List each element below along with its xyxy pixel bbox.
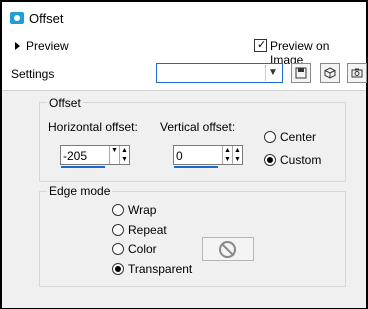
preview-toggle-label[interactable]: Preview — [26, 39, 69, 53]
save-icon — [295, 67, 307, 79]
vertical-offset-stepper[interactable]: 0 ▲ ▼ ▲ ▼ — [173, 145, 243, 168]
horizontal-offset-value[interactable]: -205 — [63, 149, 87, 163]
center-radio-label[interactable]: Center — [280, 130, 316, 144]
horizontal-offset-stepper[interactable]: -205 ▼ ▲ ▼ — [60, 145, 130, 168]
decrement-arrow-icon[interactable]: ▲ ▼ — [222, 146, 232, 164]
focus-underline — [174, 166, 218, 168]
title-bar: Offset — [2, 2, 366, 32]
focus-underline — [61, 166, 105, 168]
reset-button[interactable] — [347, 63, 367, 83]
camera-icon — [351, 68, 363, 78]
offset-group-legend: Offset — [47, 96, 83, 110]
vertical-offset-label: Vertical offset: — [160, 120, 236, 134]
presets-button[interactable] — [320, 63, 340, 83]
triangle-right-icon[interactable] — [15, 42, 20, 50]
wrap-radio-label[interactable]: Wrap — [128, 203, 156, 217]
chevron-down-icon[interactable]: ▼ — [265, 65, 280, 81]
settings-combo[interactable]: ▼ — [156, 63, 283, 83]
save-preset-button[interactable] — [291, 63, 311, 83]
offset-app-icon — [10, 12, 24, 24]
checkmark-icon: ✓ — [257, 39, 267, 51]
repeat-radio[interactable] — [112, 224, 124, 236]
no-symbol-icon — [219, 241, 236, 258]
settings-label: Settings — [11, 67, 55, 81]
offset-dialog: Offset Preview ✓ Preview on Image Settin… — [2, 2, 367, 308]
cube-icon — [324, 67, 336, 79]
increment-arrow-icon[interactable]: ▲ ▼ — [119, 146, 129, 164]
center-radio[interactable] — [264, 131, 276, 143]
window-title: Offset — [29, 11, 64, 26]
color-swatch-button[interactable] — [202, 237, 254, 261]
wrap-radio[interactable] — [112, 204, 124, 216]
transparent-radio[interactable] — [112, 263, 124, 275]
custom-radio[interactable] — [264, 154, 276, 166]
edge-mode-group — [39, 191, 346, 287]
vertical-offset-value[interactable]: 0 — [176, 149, 183, 163]
preview-on-image-checkbox[interactable]: ✓ — [254, 39, 267, 52]
color-radio-label[interactable]: Color — [128, 242, 157, 256]
color-radio[interactable] — [112, 243, 124, 255]
repeat-radio-label[interactable]: Repeat — [128, 223, 167, 237]
increment-arrow-icon[interactable]: ▲ ▼ — [232, 146, 242, 164]
edge-mode-legend: Edge mode — [47, 184, 113, 198]
custom-radio-label[interactable]: Custom — [280, 153, 321, 167]
decrement-arrow-icon[interactable]: ▼ — [109, 146, 119, 164]
transparent-radio-label[interactable]: Transparent — [128, 262, 192, 276]
horizontal-offset-label: Horizontal offset: — [48, 120, 138, 134]
